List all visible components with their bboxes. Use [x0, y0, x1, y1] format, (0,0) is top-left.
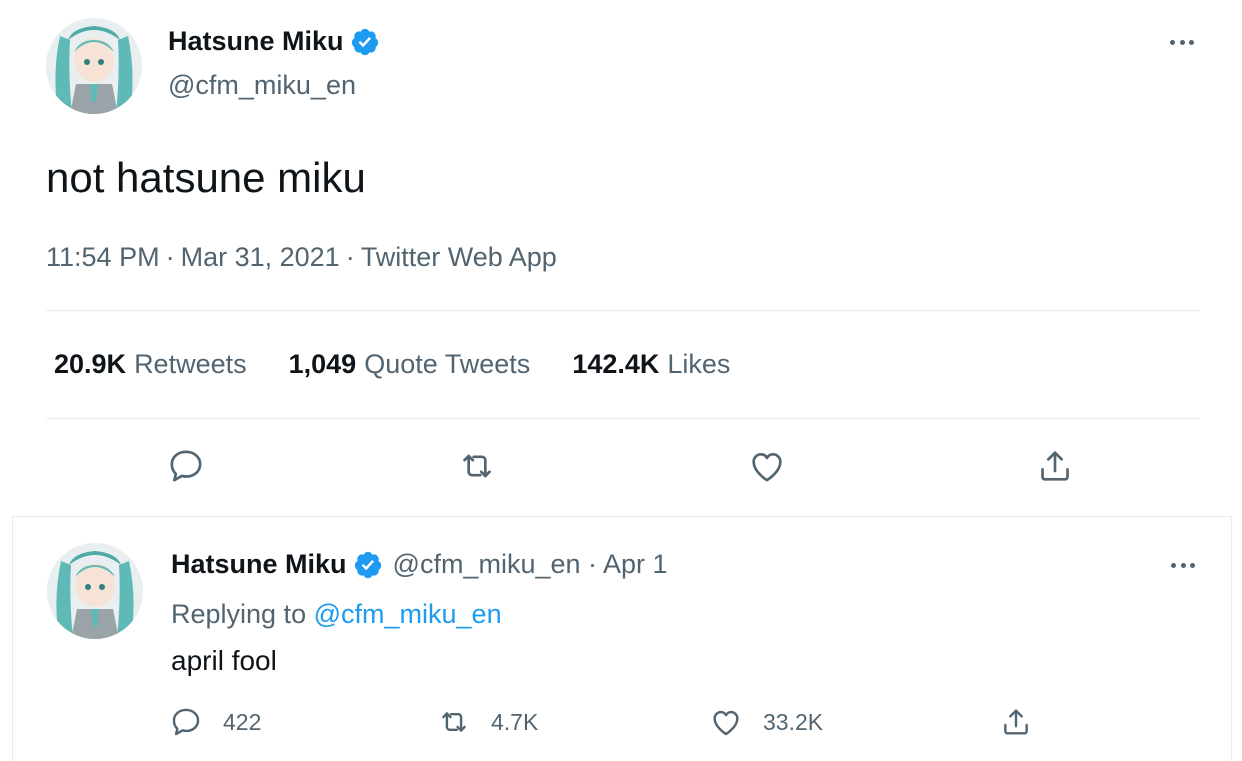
- reply-reply-button[interactable]: 422: [169, 705, 261, 739]
- likes-stat[interactable]: 142.4K Likes: [572, 349, 730, 380]
- likes-count: 142.4K: [572, 349, 660, 379]
- share-icon: [1041, 451, 1069, 481]
- author-name-row[interactable]: Hatsune Miku: [168, 26, 380, 57]
- retweet-icon: [442, 712, 466, 732]
- tweet-metadata: 11:54 PM · Mar 31, 2021 · Twitter Web App: [46, 242, 557, 273]
- verified-badge-icon: [354, 551, 381, 578]
- retweets-count: 20.9K: [54, 349, 127, 379]
- replying-to-label: Replying to: [171, 599, 307, 629]
- reply-text: april fool: [171, 645, 277, 676]
- reply-tweet[interactable]: Hatsune Miku @cfm_miku_en · Apr 1 Replyi…: [12, 516, 1232, 761]
- like-button[interactable]: [745, 444, 789, 488]
- reply-button[interactable]: [164, 444, 208, 488]
- main-tweet: Hatsune Miku @cfm_miku_en not hatsune mi…: [0, 0, 1242, 516]
- tweet-time[interactable]: 11:54 PM: [46, 242, 160, 272]
- tweet-text: not hatsune miku: [46, 154, 366, 201]
- more-options-icon[interactable]: [1162, 30, 1202, 54]
- reply-display-name[interactable]: Hatsune Miku: [171, 549, 347, 580]
- reply-handle-time[interactable]: @cfm_miku_en · Apr 1: [393, 549, 668, 580]
- tweet-date[interactable]: Mar 31, 2021: [181, 242, 340, 272]
- reply-author-row: Hatsune Miku @cfm_miku_en · Apr 1: [171, 549, 668, 580]
- like-count: 33.2K: [763, 708, 824, 735]
- like-icon: [713, 710, 739, 736]
- retweet-button[interactable]: [455, 444, 499, 488]
- share-icon: [1004, 709, 1028, 735]
- tweet-source[interactable]: Twitter Web App: [361, 242, 557, 272]
- author-handle[interactable]: @cfm_miku_en: [168, 70, 356, 101]
- divider: [46, 418, 1200, 419]
- separator-dot: ·: [345, 242, 355, 272]
- retweets-stat[interactable]: 20.9K Retweets: [54, 349, 247, 380]
- replying-to: Replying to @cfm_miku_en: [171, 599, 502, 630]
- avatar[interactable]: [46, 18, 142, 114]
- reply-share-button[interactable]: [999, 705, 1033, 739]
- quote-tweets-label: Quote Tweets: [364, 349, 531, 379]
- verified-badge-icon: [351, 28, 378, 55]
- reply-avatar[interactable]: [47, 543, 143, 639]
- reply-count: 422: [223, 708, 262, 735]
- reply-retweet-button[interactable]: 4.7K: [437, 705, 538, 739]
- retweets-label: Retweets: [134, 349, 247, 379]
- reply-icon: [170, 450, 202, 482]
- reply-more-options-icon[interactable]: [1163, 553, 1203, 577]
- retweet-icon: [463, 454, 491, 478]
- engagement-stats: 20.9K Retweets 1,049 Quote Tweets 142.4K…: [54, 349, 730, 380]
- quote-tweets-count: 1,049: [288, 349, 357, 379]
- retweet-count: 4.7K: [491, 708, 539, 735]
- quote-tweets-stat[interactable]: 1,049 Quote Tweets: [289, 349, 531, 380]
- reply-like-button[interactable]: 33.2K: [709, 705, 823, 739]
- divider: [46, 310, 1200, 311]
- likes-label: Likes: [667, 349, 731, 379]
- display-name[interactable]: Hatsune Miku: [168, 26, 344, 57]
- reply-icon: [172, 708, 200, 736]
- share-button[interactable]: [1033, 444, 1077, 488]
- like-icon: [752, 453, 782, 482]
- separator-dot: ·: [165, 242, 175, 272]
- replying-to-mention[interactable]: @cfm_miku_en: [314, 599, 502, 629]
